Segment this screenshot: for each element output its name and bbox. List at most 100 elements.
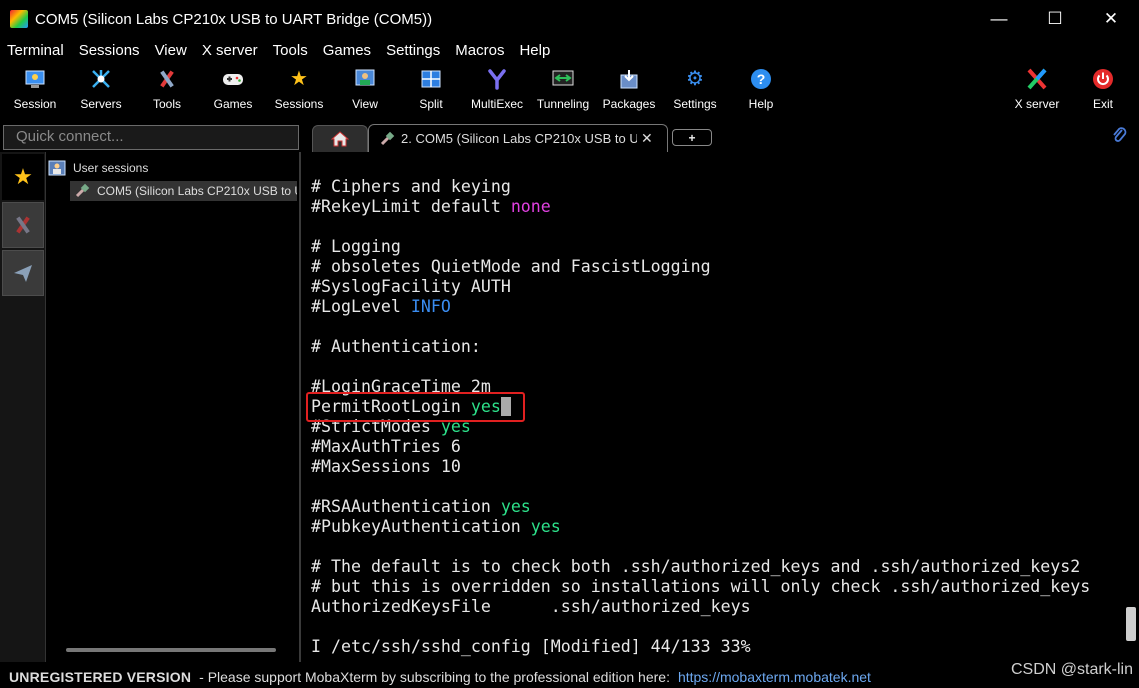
tree-item-com5[interactable]: COM5 (Silicon Labs CP210x USB to UART Br…: [70, 181, 297, 201]
mobatek-link[interactable]: https://mobaxterm.mobatek.net: [678, 669, 871, 685]
terminal-line: #LogLevel INFO: [311, 297, 1090, 317]
x-server-button[interactable]: X server: [1004, 62, 1070, 120]
terminal-line: #PubkeyAuthentication yes: [311, 517, 1090, 537]
terminal-line: # Authentication:: [311, 337, 1090, 357]
terminal-text: # Logging: [311, 237, 401, 256]
minimize-button[interactable]: —: [971, 0, 1027, 38]
terminal-text: none: [510, 197, 551, 216]
sessions-button[interactable]: ★ Sessions: [266, 62, 332, 120]
help-icon: ?: [749, 67, 773, 91]
window-controls: — ☐ ✕: [971, 0, 1139, 38]
toolbar: Session Servers Tools Games ★ Sessions V…: [0, 62, 1139, 120]
home-tab[interactable]: [312, 125, 368, 152]
menu-terminal[interactable]: Terminal: [0, 42, 72, 59]
terminal-text: # Ciphers and keying: [311, 177, 511, 196]
view-icon: [353, 67, 377, 91]
menu-x-server[interactable]: X server: [195, 42, 266, 59]
terminal-text: #RekeyLimit default: [311, 197, 511, 216]
packages-icon: [617, 67, 641, 91]
terminal-vertical-scrollbar[interactable]: [1124, 152, 1139, 662]
unregistered-label: UNREGISTERED VERSION: [9, 669, 192, 685]
menu-games[interactable]: Games: [316, 42, 379, 59]
terminal-line: I /etc/ssh/sshd_config [Modified] 44/133…: [311, 637, 1090, 657]
serial-plug-icon: [380, 131, 395, 145]
terminal-text: yes: [530, 517, 561, 536]
tools-button[interactable]: Tools: [134, 62, 200, 120]
terminal-text: #LogLevel: [311, 297, 411, 316]
tree-root-label: User sessions: [73, 161, 149, 175]
close-button[interactable]: ✕: [1083, 0, 1139, 38]
tab-close-icon[interactable]: ✕: [641, 130, 653, 147]
menu-bar: Terminal Sessions View X server Tools Ga…: [0, 38, 558, 62]
terminal-line: # The default is to check both .ssh/auth…: [311, 557, 1090, 577]
terminal-text: # obsoletes QuietMode and FascistLogging: [311, 257, 711, 276]
paperclip-icon[interactable]: [1111, 126, 1127, 149]
terminal-text: # The default is to check both .ssh/auth…: [311, 557, 1081, 576]
split-icon: [419, 67, 443, 91]
tree-root-user-sessions[interactable]: User sessions: [48, 160, 148, 176]
sidebar-sessions-tab[interactable]: ★: [2, 154, 44, 200]
sidebar-rail: ★: [0, 152, 46, 662]
svg-text:?: ?: [757, 71, 766, 87]
tree-item-label: COM5 (Silicon Labs CP210x USB to UART Br…: [97, 184, 297, 198]
terminal-text: yes: [500, 497, 531, 516]
sessions-horizontal-scrollbar[interactable]: [66, 648, 276, 652]
settings-button[interactable]: ⚙ Settings: [662, 62, 728, 120]
x-server-icon: [1025, 67, 1049, 91]
terminal-text: #MaxSessions 10: [311, 457, 461, 476]
scrollbar-thumb[interactable]: [1126, 607, 1136, 641]
menu-sessions[interactable]: Sessions: [72, 42, 148, 59]
menu-settings[interactable]: Settings: [379, 42, 448, 59]
multiexec-icon: [485, 67, 509, 91]
help-button[interactable]: ? Help: [728, 62, 794, 120]
terminal-view[interactable]: # Ciphers and keying #RekeyLimit default …: [304, 152, 1124, 662]
terminal-text: #PubkeyAuthentication: [311, 517, 531, 536]
sidebar-tools-tab[interactable]: [2, 202, 44, 248]
session-button[interactable]: Session: [2, 62, 68, 120]
terminal-text: INFO: [410, 297, 451, 316]
split-button[interactable]: Split: [398, 62, 464, 120]
session-icon: [23, 67, 47, 91]
maximize-button[interactable]: ☐: [1027, 0, 1083, 38]
tunneling-button[interactable]: Tunneling: [530, 62, 596, 120]
tools-icon: [16, 216, 30, 234]
sessions-panel: User sessions COM5 (Silicon Labs CP210x …: [46, 152, 301, 662]
terminal-line: #MaxSessions 10: [311, 457, 1090, 477]
view-button[interactable]: View: [332, 62, 398, 120]
terminal-line: #RSAAuthentication yes: [311, 497, 1090, 517]
tools-icon: [155, 67, 179, 91]
window-title: COM5 (Silicon Labs CP210x USB to UART Br…: [35, 10, 433, 28]
terminal-text: I /etc/ssh/sshd_config [Modified] 44/133…: [311, 637, 751, 656]
terminal-text: #SyslogFacility AUTH: [311, 277, 511, 296]
menu-help[interactable]: Help: [512, 42, 558, 59]
terminal-line: #SyslogFacility AUTH: [311, 277, 1090, 297]
tunneling-icon: [551, 67, 575, 91]
terminal-text: AuthorizedKeysFile .ssh/authorized_keys: [311, 597, 751, 616]
user-sessions-icon: [48, 160, 66, 176]
terminal-line: AuthorizedKeysFile .ssh/authorized_keys: [311, 597, 1090, 617]
games-button[interactable]: Games: [200, 62, 266, 120]
menu-macros[interactable]: Macros: [448, 42, 512, 59]
multiexec-button[interactable]: MultiExec: [464, 62, 530, 120]
terminal-text: # Authentication:: [311, 337, 481, 356]
terminal-line: #RekeyLimit default none: [311, 197, 1090, 217]
terminal-text: # but this is overridden so installation…: [311, 577, 1091, 596]
terminal-text: #MaxAuthTries 6: [311, 437, 461, 456]
menu-view[interactable]: View: [148, 42, 195, 59]
terminal-line: # obsoletes QuietMode and FascistLogging: [311, 257, 1090, 277]
packages-button[interactable]: Packages: [596, 62, 662, 120]
servers-button[interactable]: Servers: [68, 62, 134, 120]
menu-tools[interactable]: Tools: [266, 42, 316, 59]
paper-plane-icon: [14, 265, 32, 282]
tab-com5[interactable]: 2. COM5 (Silicon Labs CP210x USB to UART…: [368, 124, 668, 152]
sidebar-sftp-tab[interactable]: [2, 250, 44, 296]
new-tab-button[interactable]: +: [672, 129, 712, 146]
quick-connect-input[interactable]: Quick connect...: [3, 125, 299, 150]
terminal-line: #MaxAuthTries 6: [311, 437, 1090, 457]
status-bar: UNREGISTERED VERSION - Please support Mo…: [0, 666, 1139, 688]
exit-button[interactable]: Exit: [1070, 62, 1136, 120]
highlight-annotation-box: [306, 392, 525, 422]
